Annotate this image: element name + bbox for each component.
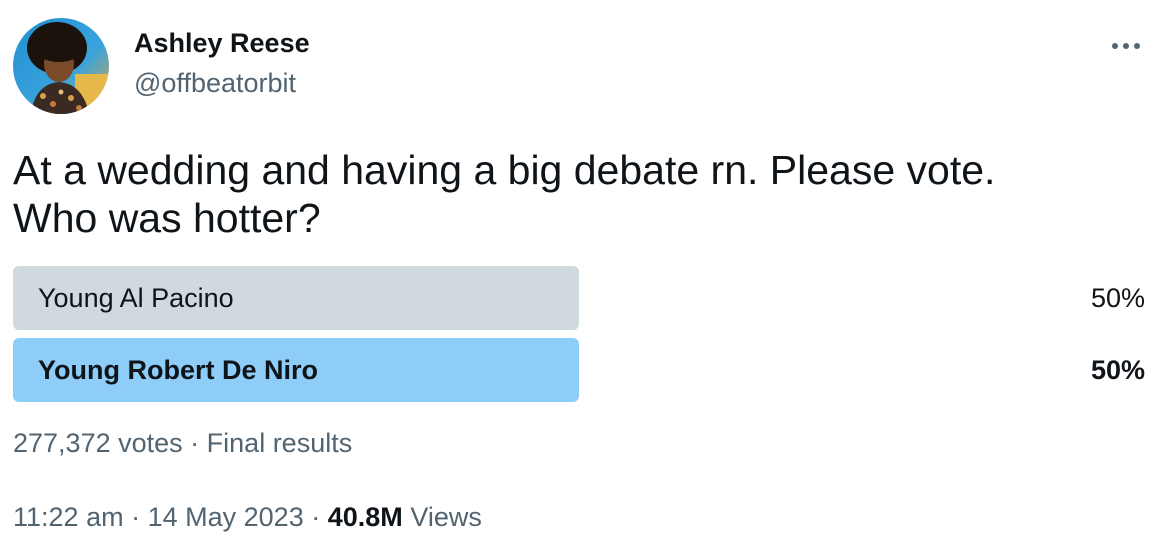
separator-dot: · [131,502,141,532]
tweet-text: At a wedding and having a big debate rn.… [13,147,996,241]
avatar-image [13,18,109,114]
avatar[interactable] [13,18,109,114]
views-label[interactable]: Views [410,502,482,532]
poll-status: Final results [206,428,353,458]
author-name[interactable]: Ashley Reese [134,28,310,59]
tweet-time[interactable]: 11:22 am [13,502,124,532]
poll-option-percent: 50% [1090,355,1145,385]
tweet-card: Ashley Reese @offbeatorbit At a wedding … [0,0,1170,550]
views-count[interactable]: 40.8M [328,502,403,532]
more-horizontal-icon [1112,43,1140,49]
poll-option-young-robert-de-niro[interactable]: Young Robert De Niro 50% [13,338,1145,402]
tweet-meta: 11:22 am · 14 May 2023 · 40.8M Views [13,502,482,533]
tweet-date[interactable]: 14 May 2023 [148,502,304,532]
author-handle[interactable]: @offbeatorbit [134,68,296,99]
poll-option-percent: 50% [1090,283,1145,313]
poll-option-young-al-pacino[interactable]: Young Al Pacino 50% [13,266,1145,330]
more-options-button[interactable] [1104,28,1148,64]
poll-summary: 277,372 votes · Final results [13,428,352,459]
separator-dot: · [190,428,200,458]
poll-vote-count: 277,372 votes [13,428,183,458]
poll-option-label: Young Al Pacino [38,283,234,313]
poll-option-label: Young Robert De Niro [38,355,318,385]
separator-dot: · [311,502,321,532]
